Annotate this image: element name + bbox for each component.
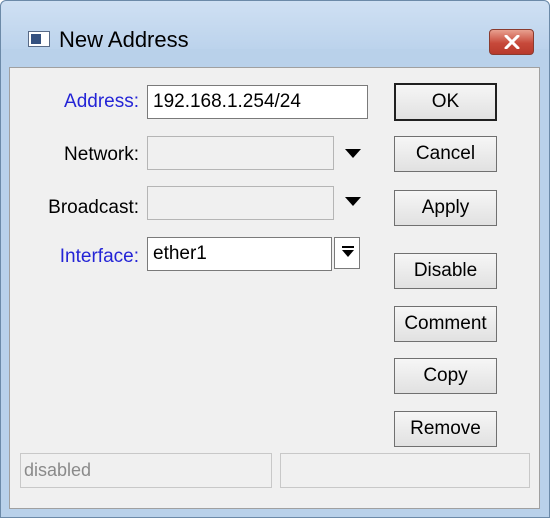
status-secondary [280, 453, 530, 488]
window-icon [28, 31, 50, 47]
status-disabled: disabled [20, 453, 272, 488]
cancel-button[interactable]: Cancel [394, 136, 497, 172]
interface-select[interactable]: ether1 [147, 237, 332, 271]
address-label: Address: [64, 91, 139, 112]
dropdown-arrow-icon [342, 246, 354, 257]
interface-dropdown-button[interactable] [334, 237, 360, 269]
address-input[interactable]: 192.168.1.254/24 [147, 85, 368, 119]
broadcast-input[interactable] [147, 186, 334, 220]
close-icon [504, 35, 520, 49]
network-input[interactable] [147, 136, 334, 170]
comment-button[interactable]: Comment [394, 306, 497, 342]
disable-button[interactable]: Disable [394, 253, 497, 289]
apply-button[interactable]: Apply [394, 190, 497, 226]
close-button[interactable] [489, 29, 534, 55]
window-title: New Address [59, 27, 189, 52]
broadcast-label: Broadcast: [48, 197, 139, 218]
copy-button[interactable]: Copy [394, 358, 497, 394]
ok-button[interactable]: OK [394, 83, 497, 121]
title-bar[interactable]: New Address [1, 1, 549, 55]
network-label: Network: [64, 144, 139, 165]
network-dropdown-arrow-icon[interactable] [345, 149, 361, 158]
interface-label: Interface: [59, 246, 139, 267]
broadcast-dropdown-arrow-icon[interactable] [345, 197, 361, 206]
remove-button[interactable]: Remove [394, 411, 497, 447]
